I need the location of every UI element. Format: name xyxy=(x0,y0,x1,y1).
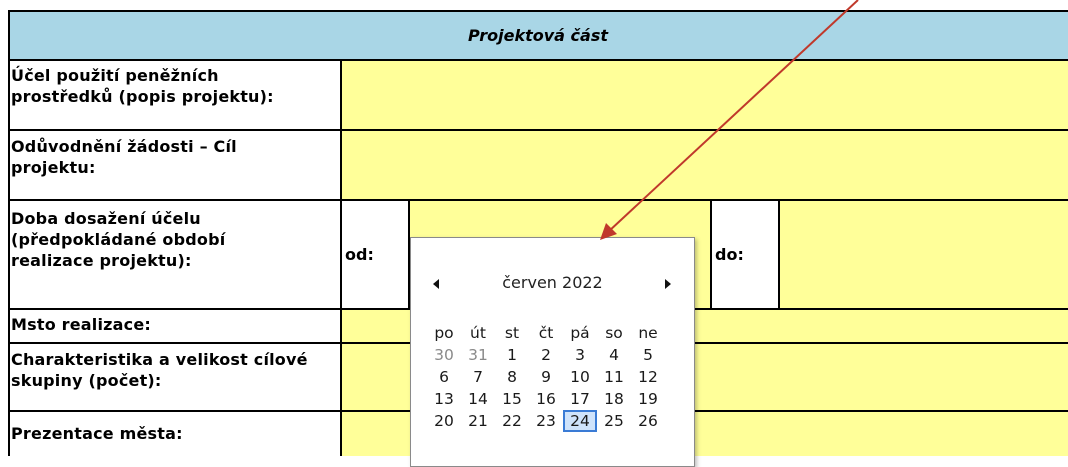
calendar-day[interactable]: 30 xyxy=(427,344,461,366)
label-ucel: Účel použití peněžních prostředků (popis… xyxy=(11,66,274,106)
calendar-day[interactable]: 20 xyxy=(427,410,461,432)
calendar-week: 30 31 1 2 3 4 5 xyxy=(427,344,665,366)
grid-border xyxy=(8,10,1068,12)
calendar-day[interactable]: 12 xyxy=(631,366,665,388)
calendar-day[interactable]: 7 xyxy=(461,366,495,388)
calendar-day[interactable]: 4 xyxy=(597,344,631,366)
calendar-day[interactable]: 10 xyxy=(563,366,597,388)
weekday-header: čt xyxy=(538,324,554,342)
calendar-day[interactable]: 2 xyxy=(529,344,563,366)
grid-border xyxy=(8,59,1068,61)
calendar-day[interactable]: 22 xyxy=(495,410,529,432)
grid-border xyxy=(778,199,780,310)
grid-border xyxy=(710,199,712,310)
input-do-date[interactable] xyxy=(779,200,1068,309)
calendar-day[interactable]: 1 xyxy=(495,344,529,366)
grid-border xyxy=(8,129,1068,131)
calendar-day[interactable]: 31 xyxy=(461,344,495,366)
calendar-day[interactable]: 9 xyxy=(529,366,563,388)
do-label: do: xyxy=(715,245,744,264)
label-prezentace: Prezentace města: xyxy=(11,424,183,443)
calendar-week: 6 7 8 9 10 11 12 xyxy=(427,366,665,388)
calendar-day[interactable]: 26 xyxy=(631,410,665,432)
section-title: Projektová část xyxy=(468,25,608,45)
label-charakteristika: Charakteristika a velikost cílové skupin… xyxy=(11,350,308,390)
weekday-header: so xyxy=(605,324,623,342)
calendar-day[interactable]: 14 xyxy=(461,388,495,410)
calendar-day[interactable]: 25 xyxy=(597,410,631,432)
label-misto: Msto realizace: xyxy=(11,315,152,334)
od-label: od: xyxy=(345,245,374,264)
next-month-arrow-icon[interactable] xyxy=(665,279,671,289)
calendar-day[interactable]: 13 xyxy=(427,388,461,410)
section-header: Projektová část xyxy=(8,10,1068,60)
grid-border xyxy=(8,10,10,456)
calendar-day[interactable]: 17 xyxy=(563,388,597,410)
weekday-header: st xyxy=(504,324,520,342)
calendar-day[interactable]: 19 xyxy=(631,388,665,410)
calendar-day[interactable]: 18 xyxy=(597,388,631,410)
calendar-month-label[interactable]: červen 2022 xyxy=(411,273,694,293)
grid-border xyxy=(340,59,342,456)
weekday-header: po xyxy=(434,324,454,342)
calendar-day[interactable]: 11 xyxy=(597,366,631,388)
calendar-day-today[interactable]: 24 xyxy=(563,410,597,432)
calendar-week: 13 14 15 16 17 18 19 xyxy=(427,388,665,410)
calendar-header: červen 2022 xyxy=(411,273,694,301)
calendar-day[interactable]: 21 xyxy=(461,410,495,432)
label-oduvodneni: Odůvodnění žádosti – Cíl projektu: xyxy=(11,137,237,177)
input-ucel[interactable] xyxy=(341,60,1068,130)
date-picker-popup[interactable]: červen 2022 po út st čt pá so ne 30 31 1… xyxy=(410,237,695,467)
calendar-day[interactable]: 3 xyxy=(563,344,597,366)
calendar-week: 20 21 22 23 24 25 26 xyxy=(427,410,665,432)
calendar-day[interactable]: 23 xyxy=(529,410,563,432)
weekday-header: ne xyxy=(638,324,658,342)
calendar-day[interactable]: 8 xyxy=(495,366,529,388)
weekday-header: pá xyxy=(570,324,590,342)
input-oduvodneni[interactable] xyxy=(341,130,1068,200)
calendar-day[interactable]: 5 xyxy=(631,344,665,366)
grid-border xyxy=(8,199,1068,201)
calendar-day[interactable]: 6 xyxy=(427,366,461,388)
calendar-day[interactable]: 16 xyxy=(529,388,563,410)
calendar-grid: po út st čt pá so ne 30 31 1 2 3 4 5 6 7… xyxy=(427,322,665,432)
calendar-day[interactable]: 15 xyxy=(495,388,529,410)
label-doba: Doba dosažení účelu (předpokládané obdob… xyxy=(11,209,226,270)
weekday-header-row: po út st čt pá so ne xyxy=(427,322,665,344)
weekday-header: út xyxy=(470,324,486,342)
